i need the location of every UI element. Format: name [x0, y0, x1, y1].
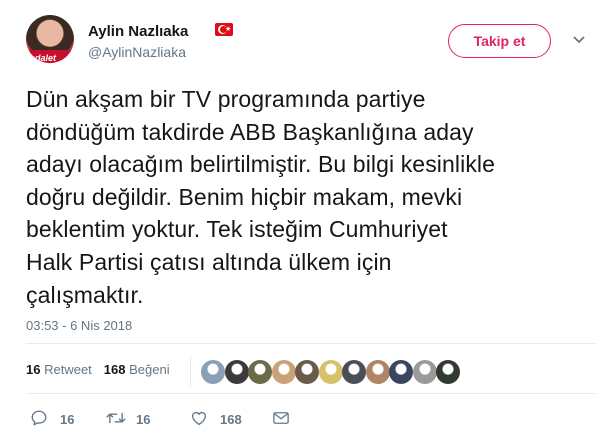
liker-avatar[interactable]: [201, 360, 225, 384]
like-stat[interactable]: 168 Beğeni: [104, 362, 170, 377]
avatar-text: adalet: [30, 53, 57, 63]
tweet-line: beklentim yoktur. Tek isteğim Cumhuriyet: [26, 216, 448, 243]
liker-avatar[interactable]: [318, 360, 343, 384]
tweet-timestamp[interactable]: 03:53 - 6 Nis 2018: [26, 318, 132, 333]
turkey-flag-icon: ★: [215, 23, 233, 36]
divider: [26, 343, 596, 344]
heart-icon: [191, 411, 207, 426]
likers-avatars: [190, 356, 460, 386]
avatar[interactable]: adalet: [26, 15, 74, 63]
liker-avatar[interactable]: [389, 360, 413, 384]
retweet-label: Retweet: [44, 362, 92, 377]
user-handle[interactable]: @AylinNazliaka: [88, 44, 186, 60]
display-name[interactable]: Aylin Nazlıaka: [88, 23, 188, 40]
liker-avatar[interactable]: [295, 360, 319, 384]
liker-avatar[interactable]: [365, 360, 390, 384]
like-action-count: 168: [220, 412, 242, 427]
tweet-line: doğru değildir. Benim hiçbir makam, mevk…: [26, 183, 463, 210]
tweet-stats: 16 Retweet 168 Beğeni: [26, 362, 170, 377]
tweet-line: çalışmaktır.: [26, 281, 144, 308]
tweet-text: Dün akşam bir TV programında partiye dön…: [26, 83, 596, 311]
chevron-down-icon[interactable]: [572, 35, 586, 45]
reply-icon: [31, 410, 47, 426]
avatar-banner: adalet: [26, 50, 74, 63]
reply-count: 16: [60, 412, 75, 427]
divider: [26, 393, 596, 394]
tweet-line: Dün akşam bir TV programında partiye: [26, 86, 426, 112]
liker-avatar[interactable]: [271, 360, 296, 384]
tweet-line: adayı olacağım belirtilmiştir. Bu bilgi …: [26, 151, 496, 178]
liker-avatar[interactable]: [436, 360, 460, 384]
like-count: 168: [103, 362, 126, 377]
liker-avatar[interactable]: [412, 360, 437, 384]
retweet-action-count: 16: [136, 412, 151, 427]
retweet-icon: [106, 412, 126, 424]
liker-avatar[interactable]: [248, 360, 272, 384]
envelope-icon: [273, 412, 289, 424]
tweet-line: döndüğüm takdirde ABB Başkanlığına aday: [26, 118, 474, 145]
liker-avatar[interactable]: [342, 360, 366, 384]
follow-button[interactable]: Takip et: [448, 24, 551, 58]
tweet-line: Halk Partisi çatısı altında ülkem için: [26, 248, 392, 275]
retweet-count: 16: [26, 362, 41, 377]
retweet-stat[interactable]: 16 Retweet: [26, 362, 92, 377]
like-label: Beğeni: [129, 362, 170, 377]
liker-avatar[interactable]: [224, 360, 249, 384]
